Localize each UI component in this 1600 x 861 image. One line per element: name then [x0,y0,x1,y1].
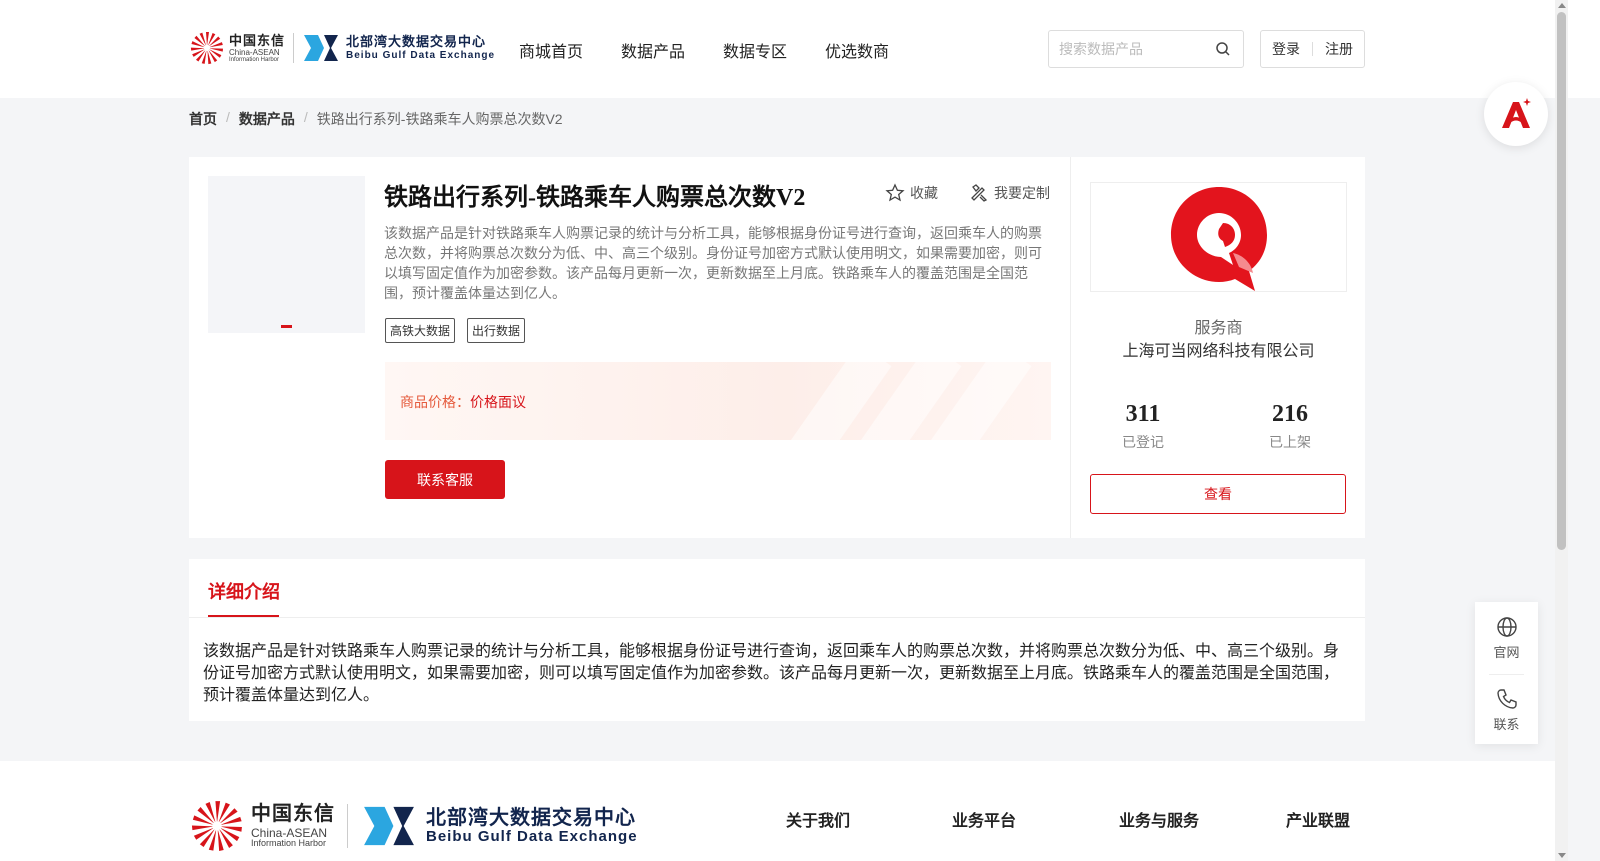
card-divider [1070,157,1071,538]
beibu-gulf-logo-icon [364,806,414,846]
footer-nav-platform[interactable]: 业务平台 [952,807,1016,831]
site-logo[interactable]: 中国东信 China-ASEAN Information Harbor 北部湾大… [189,28,495,68]
search-input[interactable] [1059,31,1209,67]
logo-en1: China-ASEAN [229,47,280,57]
price-label: 商品价格： [400,394,470,410]
footer-logo-beibu-en: Beibu Gulf Data Exchange [426,827,638,845]
tag-high-speed-rail-data[interactable]: 高铁大数据 [385,318,456,343]
footer-logo-en2: Information Harbor [251,838,327,848]
breadcrumb-home[interactable]: 首页 [189,109,217,129]
breadcrumb-current: 铁路出行系列-铁路乘车人购票总次数V2 [316,111,563,127]
scroll-up-arrow[interactable] [1558,3,1566,8]
register-link[interactable]: 注册 [1325,39,1353,59]
china-asean-burst-icon [191,801,242,851]
customize-label: 我要定制 [994,185,1050,201]
tab-detail-intro[interactable]: 详细介绍 [208,578,280,604]
scroll-down-arrow[interactable] [1558,853,1566,858]
breadcrumb: 首页 / 数据产品 / 铁路出行系列-铁路乘车人购票总次数V2 [189,109,563,129]
side-contact-label: 联系 [1493,717,1520,732]
breadcrumb-data-products[interactable]: 数据产品 [239,109,295,129]
page-scrollbar[interactable] [1555,0,1568,861]
logo-beibu-en: Beibu Gulf Data Exchange [346,49,496,61]
logo-cn: 中国东信 [229,32,286,48]
view-provider-button[interactable]: 查看 [1090,474,1346,514]
footer-logo-cn: 中国东信 [251,803,335,825]
footer-logo-beibu-cn: 北部湾大数据交易中心 [426,806,636,829]
footer-logo-divider [347,804,348,848]
stat-label: 已上架 [1269,434,1311,450]
carousel-indicator[interactable] [281,325,292,328]
breadcrumb-separator: / [303,109,308,125]
side-website-button[interactable]: 官网 [1475,616,1538,661]
product-tags: 高铁大数据 出行数据 [385,318,526,343]
auth-box: 登录 注册 [1260,30,1365,68]
phone-icon [1496,689,1517,709]
provider-logo[interactable] [1090,182,1347,292]
nav-data-products[interactable]: 数据产品 [621,38,685,62]
stat-registered: 311 已登记 [1103,401,1183,452]
side-website-label: 官网 [1493,645,1520,660]
customize-button[interactable]: 我要定制 [969,183,1050,203]
breadcrumb-separator: / [226,109,230,125]
favorite-label: 收藏 [910,185,938,201]
footer-nav-alliance[interactable]: 产业联盟 [1286,807,1350,831]
globe-icon [1496,617,1517,637]
provider-name[interactable]: 上海可当网络科技有限公司 [1090,337,1347,361]
price-text: 商品价格：价格面议 [400,392,526,412]
header: 中国东信 China-ASEAN Information Harbor 北部湾大… [0,0,1600,98]
price-panel: 商品价格：价格面议 [385,362,1051,440]
provider-label: 服务商 [1194,320,1243,337]
login-link[interactable]: 登录 [1272,39,1300,59]
auth-divider [1312,42,1313,56]
customize-tools-icon [971,184,988,202]
search-box [1048,30,1244,68]
footer-logo[interactable]: 中国东信 China-ASEAN Information Harbor 北部湾大… [189,798,638,854]
stat-label: 已登记 [1122,434,1164,450]
favorite-button[interactable]: 收藏 [885,183,938,203]
contact-service-button[interactable]: 联系客服 [385,460,505,499]
side-divider [1489,674,1524,675]
footer-nav-services[interactable]: 业务与服务 [1119,807,1199,831]
tag-travel-data[interactable]: 出行数据 [467,318,526,343]
logo-en2: Information Harbor [229,56,280,63]
star-icon [885,183,905,202]
nav-preferred-vendors[interactable]: 优选数商 [825,38,889,62]
logo-beibu-text: 北部湾大数据交易中心 Beibu Gulf Data Exchange [346,34,496,61]
stat-value: 311 [1125,401,1161,427]
assistant-float-button[interactable] [1484,82,1548,146]
china-asean-burst-icon [190,32,224,65]
provider-brand-icon [1171,187,1267,291]
stat-value: 216 [1272,401,1308,427]
search-icon[interactable] [1215,41,1231,57]
detail-section: 详细介绍 该数据产品是针对铁路乘车人购票记录的统计与分析工具，能够根据身份证号进… [189,559,1365,721]
tab-divider [189,617,1365,618]
footer-nav-about[interactable]: 关于我们 [786,807,850,831]
main-nav: 商城首页 数据产品 数据专区 优选数商 [519,38,889,62]
beibu-gulf-logo-icon [304,35,339,61]
logo-china-asean-text: 中国东信 China-ASEAN Information Harbor [229,34,285,63]
stat-listed: 216 已上架 [1250,401,1330,452]
detail-text: 该数据产品是针对铁路乘车人购票记录的统计与分析工具，能够根据身份证号进行查询，返… [203,643,1340,704]
logo-beibu-cn: 北部湾大数据交易中心 [346,34,487,50]
product-description: 该数据产品是针对铁路乘车人购票记录的统计与分析工具，能够根据身份证号进行查询，返… [384,225,1042,301]
nav-data-zone[interactable]: 数据专区 [723,38,787,62]
footer-logo-beibu-text: 北部湾大数据交易中心 Beibu Gulf Data Exchange [426,807,638,846]
footer: 中国东信 China-ASEAN Information Harbor 北部湾大… [0,761,1555,861]
side-contact-button[interactable]: 联系 [1475,688,1538,733]
ai-assistant-icon [1502,98,1531,128]
nav-mall-home[interactable]: 商城首页 [519,38,583,62]
footer-logo-china-asean-text: 中国东信 China-ASEAN Information Harbor [251,804,335,848]
product-card: 铁路出行系列-铁路乘车人购票总次数V2 收藏 我要定制 该数据产品是针对铁路乘车… [189,157,1365,538]
product-image-carousel[interactable] [208,176,365,333]
side-float-bar: 官网 联系 [1475,602,1538,744]
logo-divider [293,33,295,63]
scroll-thumb[interactable] [1557,12,1566,550]
price-value: 价格面议 [470,394,526,410]
product-title: 铁路出行系列-铁路乘车人购票总次数V2 [384,185,806,211]
